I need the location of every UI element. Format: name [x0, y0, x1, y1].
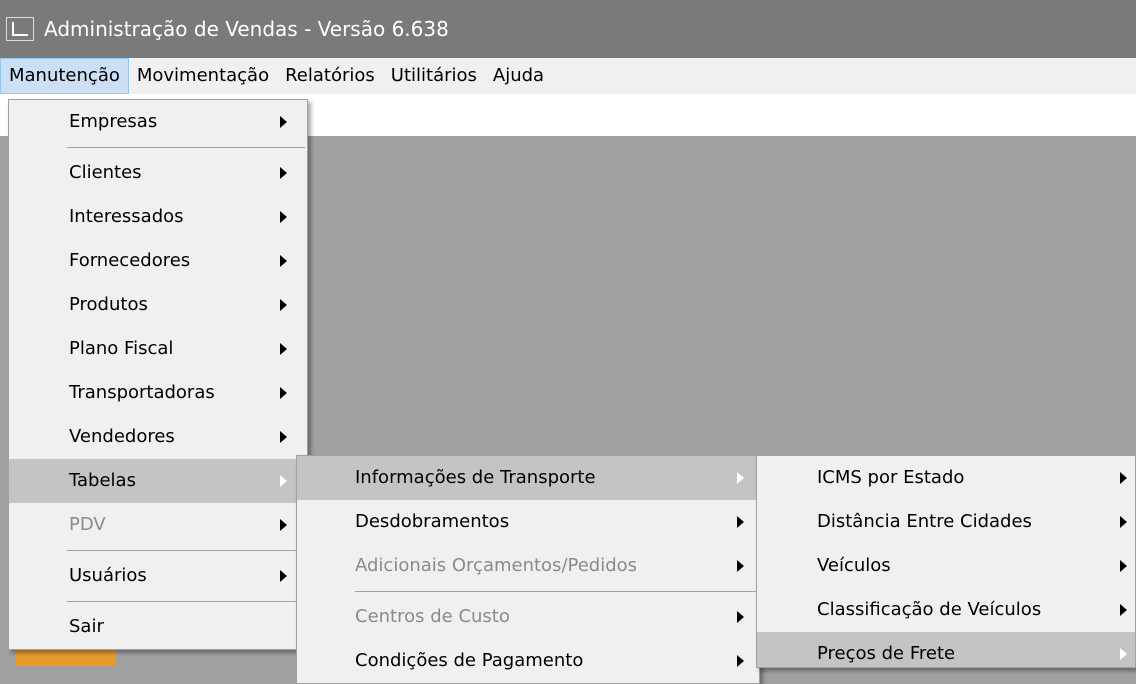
- menu-relatorios[interactable]: Relatórios: [277, 58, 383, 94]
- menu-item-label: Transportadoras: [69, 382, 215, 403]
- submenu-arrow-icon: [280, 116, 287, 128]
- menu-item-label: Classificação de Veículos: [817, 599, 1042, 620]
- menu-item-centros-custo[interactable]: Centros de Custo: [297, 595, 759, 639]
- submenu-arrow-icon: [280, 475, 287, 487]
- menu-item-adicionais[interactable]: Adicionais Orçamentos/Pedidos: [297, 544, 759, 588]
- menu-item-pdv[interactable]: PDV: [9, 503, 307, 547]
- menu-item-distancia-cidades[interactable]: Distância Entre Cidades: [757, 500, 1135, 544]
- menu-item-label: Tabelas: [69, 470, 136, 491]
- menu-item-plano-fiscal[interactable]: Plano Fiscal: [9, 327, 307, 371]
- submenu-arrow-icon: [280, 211, 287, 223]
- manutencao-dropdown: Empresas Clientes Interessados Fornecedo…: [8, 99, 308, 650]
- menu-separator: [67, 550, 305, 551]
- menu-item-label: Clientes: [69, 162, 142, 183]
- app-icon: [6, 17, 34, 41]
- submenu-arrow-icon: [1120, 516, 1127, 528]
- menu-item-label: Empresas: [69, 111, 158, 132]
- submenu-arrow-icon: [1120, 560, 1127, 572]
- menu-separator: [67, 601, 305, 602]
- menu-item-label: ICMS por Estado: [817, 467, 965, 488]
- submenu-arrow-icon: [280, 167, 287, 179]
- menu-separator: [355, 591, 757, 592]
- submenu-arrow-icon: [280, 431, 287, 443]
- submenu-arrow-icon: [280, 519, 287, 531]
- menu-item-fornecedores[interactable]: Fornecedores: [9, 239, 307, 283]
- transporte-submenu: ICMS por Estado Distância Entre Cidades …: [756, 455, 1136, 668]
- menu-item-label: Produtos: [69, 294, 148, 315]
- menu-item-veiculos[interactable]: Veículos: [757, 544, 1135, 588]
- menu-item-vendedores[interactable]: Vendedores: [9, 415, 307, 459]
- menu-item-informacoes-transporte[interactable]: Informações de Transporte: [297, 456, 759, 500]
- menu-item-classificacao-veiculos[interactable]: Classificação de Veículos: [757, 588, 1135, 632]
- menu-item-label: Veículos: [817, 555, 891, 576]
- menu-item-label: Vendedores: [69, 426, 175, 447]
- menu-item-clientes[interactable]: Clientes: [9, 151, 307, 195]
- menu-item-empresas[interactable]: Empresas: [9, 100, 307, 144]
- menu-item-label: Sair: [69, 616, 104, 637]
- menu-item-label: Fornecedores: [69, 250, 191, 271]
- menu-item-label: Informações de Transporte: [355, 467, 596, 488]
- title-bar: Administração de Vendas - Versão 6.638: [0, 0, 1136, 58]
- menu-item-label: Preços de Frete: [817, 643, 956, 664]
- menu-bar: Manutenção Movimentação Relatórios Utili…: [0, 58, 1136, 94]
- menu-item-condicoes-pagamento[interactable]: Condições de Pagamento: [297, 639, 759, 683]
- menu-ajuda[interactable]: Ajuda: [485, 58, 552, 94]
- submenu-arrow-icon: [737, 611, 744, 623]
- menu-item-sair[interactable]: Sair: [9, 605, 307, 649]
- menu-item-label: Distância Entre Cidades: [817, 511, 1032, 532]
- window-title: Administração de Vendas - Versão 6.638: [44, 17, 449, 41]
- menu-item-label: Interessados: [69, 206, 184, 227]
- menu-item-usuarios[interactable]: Usuários: [9, 554, 307, 598]
- submenu-arrow-icon: [737, 516, 744, 528]
- menu-item-label: Centros de Custo: [355, 606, 510, 627]
- submenu-arrow-icon: [1120, 648, 1127, 660]
- submenu-arrow-icon: [280, 387, 287, 399]
- menu-separator: [67, 147, 305, 148]
- menu-item-icms-estado[interactable]: ICMS por Estado: [757, 456, 1135, 500]
- menu-item-interessados[interactable]: Interessados: [9, 195, 307, 239]
- submenu-arrow-icon: [1120, 604, 1127, 616]
- menu-movimentacao[interactable]: Movimentação: [129, 58, 277, 94]
- submenu-arrow-icon: [280, 343, 287, 355]
- menu-manutencao[interactable]: Manutenção: [0, 58, 129, 94]
- submenu-arrow-icon: [280, 570, 287, 582]
- submenu-arrow-icon: [280, 255, 287, 267]
- submenu-arrow-icon: [737, 472, 744, 484]
- submenu-arrow-icon: [1120, 472, 1127, 484]
- menu-item-tabelas[interactable]: Tabelas: [9, 459, 307, 503]
- menu-item-label: Desdobramentos: [355, 511, 510, 532]
- submenu-arrow-icon: [737, 655, 744, 667]
- menu-item-label: Plano Fiscal: [69, 338, 174, 359]
- menu-item-precos-frete[interactable]: Preços de Frete: [757, 632, 1135, 667]
- menu-item-label: PDV: [69, 514, 106, 535]
- menu-item-produtos[interactable]: Produtos: [9, 283, 307, 327]
- menu-utilitarios[interactable]: Utilitários: [383, 58, 485, 94]
- tabelas-submenu: Informações de Transporte Desdobramentos…: [296, 455, 760, 684]
- menu-item-label: Usuários: [69, 565, 147, 586]
- menu-item-desdobramentos[interactable]: Desdobramentos: [297, 500, 759, 544]
- submenu-arrow-icon: [737, 560, 744, 572]
- menu-item-label: Adicionais Orçamentos/Pedidos: [355, 555, 638, 576]
- submenu-arrow-icon: [280, 299, 287, 311]
- menu-item-label: Condições de Pagamento: [355, 650, 584, 671]
- menu-item-transportadoras[interactable]: Transportadoras: [9, 371, 307, 415]
